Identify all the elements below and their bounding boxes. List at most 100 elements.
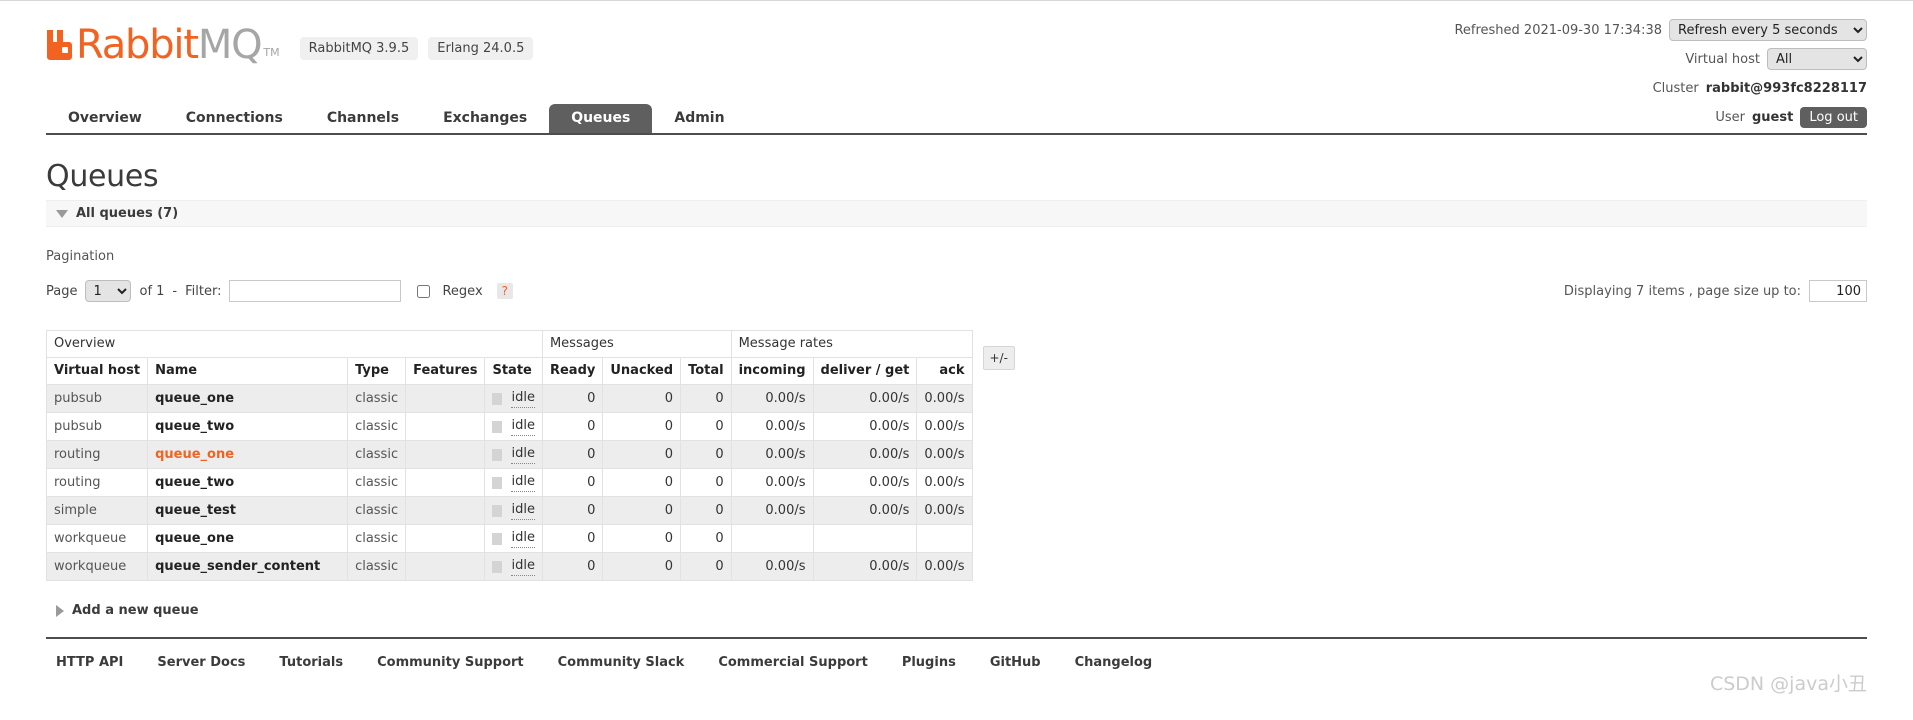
state-wrapper: idle (492, 417, 535, 436)
page-size-input[interactable] (1809, 280, 1867, 302)
state-wrapper: idle (492, 557, 535, 576)
footer-link-server-docs[interactable]: Server Docs (157, 655, 245, 670)
table-row: routing queue_one classic idle 0 0 0 0.00/s 0.00… (45, 440, 1022, 469)
cell-queue-name[interactable]: queue_one (147, 524, 349, 553)
cell-unacked: 0 (602, 468, 682, 497)
tab-channels[interactable]: Channels (305, 104, 421, 133)
cell-features (405, 496, 486, 525)
cell-ready: 0 (541, 496, 604, 525)
cell-virtual-host: pubsub (45, 384, 149, 413)
queue-name-link[interactable]: queue_two (155, 419, 234, 434)
queue-name-link[interactable]: queue_test (155, 503, 236, 518)
state-label: idle (511, 529, 535, 548)
watermark: CSDN @java小丑 (1709, 673, 1867, 695)
cell-state: idle (484, 440, 543, 469)
queue-name-link[interactable]: queue_two (155, 475, 234, 490)
cluster-label: Cluster (1652, 80, 1699, 96)
col-type[interactable]: Type (347, 357, 407, 385)
add-new-queue-label: Add a new queue (72, 603, 199, 618)
group-header-message-rates: Message rates (730, 330, 973, 358)
cell-queue-name[interactable]: queue_sender_content (147, 552, 349, 581)
cell-deliver-get: 0.00/s (812, 384, 918, 413)
queue-name-link[interactable]: queue_one (155, 531, 234, 546)
tab-overview[interactable]: Overview (46, 104, 164, 133)
rabbitmq-management-page: Rabbit MQ TM RabbitMQ 3.9.5 Erlang 24.0.5 … (0, 0, 1913, 720)
footer-link-github[interactable]: GitHub (990, 655, 1041, 670)
cell-ready: 0 (541, 552, 604, 581)
table-row: pubsub queue_one classic idle 0 0 0 0.00/s 0.00/… (45, 384, 1022, 413)
footer-link-community-slack[interactable]: Community Slack (558, 655, 685, 670)
state-indicator-icon (492, 532, 503, 545)
cell-queue-name[interactable]: queue_one (147, 384, 349, 413)
all-queues-section-header[interactable]: All queues (7) (46, 200, 1867, 227)
state-indicator-icon (492, 448, 503, 461)
col-unacked[interactable]: Unacked (602, 357, 682, 385)
cell-type: classic (347, 552, 407, 581)
queues-table: Overview Messages Message rates +/- Virt… (45, 330, 1022, 581)
cell-deliver-get: 0.00/s (812, 440, 918, 469)
cell-queue-name[interactable]: queue_test (147, 496, 349, 525)
footer-link-community-support[interactable]: Community Support (377, 655, 524, 670)
footer-link-tutorials[interactable]: Tutorials (279, 655, 343, 670)
col-virtual-host[interactable]: Virtual host (45, 357, 149, 385)
state-indicator-icon (492, 560, 503, 573)
col-features[interactable]: Features (405, 357, 486, 385)
col-name[interactable]: Name (147, 357, 349, 385)
queue-name-link[interactable]: queue_one (155, 447, 234, 462)
tab-exchanges[interactable]: Exchanges (421, 104, 549, 133)
page-size-controls: Displaying 7 items , page size up to: (1564, 280, 1867, 302)
cell-ack: 0.00/s (916, 496, 973, 525)
tab-connections[interactable]: Connections (164, 104, 305, 133)
cell-virtual-host: workqueue (45, 524, 149, 553)
state-wrapper: idle (492, 445, 535, 464)
queue-name-link[interactable]: queue_one (155, 391, 234, 406)
virtual-host-select[interactable]: All (1767, 48, 1867, 70)
col-total[interactable]: Total (680, 357, 732, 385)
cell-unacked: 0 (602, 552, 682, 581)
table-row: workqueue queue_one classic idle 0 0 0 (45, 524, 1022, 553)
add-new-queue-section[interactable]: Add a new queue (56, 603, 1867, 618)
regex-checkbox[interactable] (417, 284, 431, 298)
col-state[interactable]: State (484, 357, 543, 385)
cell-ready: 0 (541, 384, 604, 413)
version-badges: RabbitMQ 3.9.5 Erlang 24.0.5 (299, 36, 534, 60)
cell-queue-name[interactable]: queue_two (147, 412, 349, 441)
state-label: idle (511, 417, 535, 436)
page-number-select[interactable]: 1 (85, 280, 132, 302)
regex-label: Regex (442, 283, 483, 299)
cell-queue-name[interactable]: queue_two (147, 468, 349, 497)
help-icon[interactable]: ? (496, 283, 514, 299)
queue-name-link[interactable]: queue_sender_content (155, 559, 320, 574)
filter-label: Filter: (185, 283, 222, 299)
cell-deliver-get: 0.00/s (812, 412, 918, 441)
state-label: idle (511, 557, 535, 576)
cell-incoming: 0.00/s (730, 552, 814, 581)
footer-link-commercial-support[interactable]: Commercial Support (718, 655, 868, 670)
cell-type: classic (347, 496, 407, 525)
col-incoming[interactable]: incoming (730, 357, 814, 385)
cell-ack: 0.00/s (916, 412, 973, 441)
tab-admin[interactable]: Admin (652, 104, 746, 133)
cell-type: classic (347, 468, 407, 497)
refresh-interval-select[interactable]: Refresh every 5 seconds (1669, 19, 1867, 41)
footer-link-plugins[interactable]: Plugins (902, 655, 956, 670)
all-queues-label: All queues (7) (76, 206, 179, 221)
table-row: routing queue_two classic idle 0 0 0 0.00/s 0.00… (45, 468, 1022, 497)
col-ack[interactable]: ack (916, 357, 973, 385)
tab-queues[interactable]: Queues (549, 104, 653, 133)
col-ready[interactable]: Ready (541, 357, 604, 385)
footer-link-changelog[interactable]: Changelog (1075, 655, 1153, 670)
cell-total: 0 (680, 440, 732, 469)
cell-queue-name[interactable]: queue_one (147, 440, 349, 469)
plus-minus-button[interactable]: +/- (982, 345, 1015, 370)
cell-state: idle (484, 412, 543, 441)
cell-ack: 0.00/s (916, 440, 973, 469)
group-header-messages: Messages (541, 330, 732, 358)
filter-input[interactable] (229, 280, 402, 302)
page-header: Rabbit MQ TM RabbitMQ 3.9.5 Erlang 24.0.5 … (0, 1, 1913, 128)
state-indicator-icon (492, 504, 503, 517)
footer-link-http-api[interactable]: HTTP API (56, 655, 123, 670)
table-row: pubsub queue_two classic idle 0 0 0 0.00/s 0.00/… (45, 412, 1022, 441)
col-deliver-get[interactable]: deliver / get (812, 357, 918, 385)
rabbitmq-logo[interactable]: Rabbit MQ TM (46, 25, 280, 65)
